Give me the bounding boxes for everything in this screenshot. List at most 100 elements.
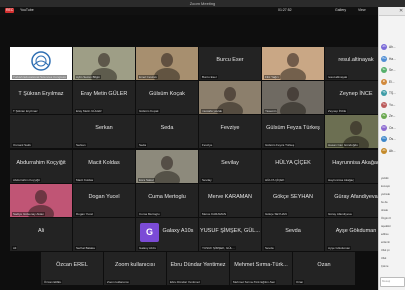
avatar: Ös [381, 136, 387, 142]
participant-tile[interactable]: Emel Cevirek [136, 47, 198, 80]
participant-list-name: Ha... [389, 56, 396, 61]
participant-list-name: Ab... [389, 148, 396, 153]
participant-list-item[interactable]: Ha Ha... [381, 55, 405, 63]
chat-message: edilme [381, 233, 389, 236]
participant-list-item[interactable]: Ze Ze... [381, 112, 405, 120]
participant-tile[interactable]: Cuma Mertoglu Cuma Mertoglu [136, 183, 198, 217]
participant-tile[interactable]: Serkan Serkan [73, 115, 135, 149]
youtube-live-indicator[interactable]: YouTube [20, 8, 34, 13]
participant-tile[interactable]: T Şükran Eryılmaz T Şükran Eryılmaz [10, 81, 72, 115]
participant-label: Ozan [295, 280, 305, 285]
participant-list-item[interactable]: Oz Oz... [381, 124, 405, 132]
participant-label: resul.altinayak [327, 75, 349, 79]
participant-tile[interactable]: Burcu Eser Burcu Eser [199, 47, 261, 80]
participant-label: Macit Koldas [75, 177, 95, 182]
participant-list-item[interactable]: Se Se... [381, 66, 405, 74]
participant-tile[interactable]: mustafa yavlak [199, 81, 261, 115]
participant-tile[interactable]: Gülsüm Feyza Türkeş Gülsüm Feyza Türkeş [262, 115, 324, 149]
participant-list-name: Oz... [389, 125, 396, 130]
participant-tile[interactable]: Turkish Educational Sciences Congress [10, 47, 72, 80]
participant-tile[interactable]: Filiz Yağcı [262, 47, 324, 80]
participant-label: HÜLYA ÇİÇEK [264, 177, 286, 182]
participant-name: Burcu Eser [216, 57, 244, 63]
participant-name: Sevda [285, 228, 301, 234]
participant-label: Aylin Sezen Bilgin [75, 75, 101, 79]
participant-label: YUSUF ŞİMŞEK, GÜL... [201, 246, 236, 250]
participant-name: Sevilay [221, 159, 239, 166]
participant-tile[interactable]: Sevilay Sevilay [199, 149, 261, 183]
participant-tile[interactable]: Sevda Sevda [262, 218, 324, 251]
participant-label: Eray Metin GÜLER [75, 109, 103, 114]
participant-name: Gülsüm Koçak [149, 91, 185, 98]
participant-list-item[interactable]: Yu Yu... [381, 101, 405, 109]
participant-tile[interactable]: Macit Koldas Macit Koldas [73, 149, 135, 183]
participant-name: Abdurrahim Koçyiğit [16, 159, 66, 166]
chat-message: Özgün K [381, 217, 392, 220]
participant-label: Serkan [75, 143, 87, 148]
panel-header: ✕ [379, 7, 405, 16]
avatar: Yu [381, 101, 387, 108]
participant-label: Zeynep İNCE [327, 109, 348, 114]
participant-list-name: Ze... [389, 114, 396, 118]
participant-label: Ebru Dündar Yentimez [169, 280, 202, 285]
participant-tile[interactable]: Gökçe SEYHAN Gökçe SEYHAN [262, 183, 324, 217]
participant-tile[interactable]: Gülsüm Koçak Gülsüm Koçak [136, 81, 198, 115]
participant-tile[interactable]: Serhat Balaka [73, 218, 135, 251]
participant-tile[interactable]: Osmanl Salık [10, 115, 72, 149]
participant-tile[interactable]: Dogan Yucel Dogan Yucel [73, 183, 135, 217]
participant-list-name: Ah... [389, 45, 396, 49]
participant-label: T Şükran Eryılmaz [12, 109, 39, 114]
chat-message: Ufuk çn [381, 249, 390, 252]
participant-tile[interactable]: Eray Metin GÜLER Eray Metin GÜLER [73, 81, 135, 115]
participant-list-name: El... [389, 79, 395, 84]
chat-message: Çok te [381, 265, 389, 268]
participant-tile[interactable]: Ebru Dündar Yentimez Ebru Dündar Yentimez [167, 252, 229, 286]
participant-tile[interactable]: Abdurrahim Koçyiğit Abdurrahim Koçyiğit [10, 149, 72, 183]
participant-list-item[interactable]: Ab Ab... [381, 147, 405, 155]
participant-label: Galaxy A10s [138, 246, 157, 250]
participant-tile[interactable]: Zoom kullanıcısı Zoom kullanıcısı [104, 252, 166, 286]
participant-tile[interactable]: Aylin Sezen Bilgin [73, 47, 135, 80]
chat-message: olmak [381, 209, 388, 212]
participant-tile[interactable]: Seda Seda [136, 115, 198, 149]
participant-name: Mehmet Sırma-Türk... [234, 262, 288, 269]
participant-tile[interactable]: Mehmet Sırma-Türk... Mehmet Sırma-Türk Eğ… [230, 252, 292, 286]
participant-name: Serkan [95, 125, 113, 132]
participant-name: Cuma Mertoglu [148, 193, 186, 200]
participant-tile[interactable]: Ozan Ozan [293, 252, 355, 286]
close-panel-icon[interactable]: ✕ [399, 8, 403, 14]
chat-input[interactable]: Mesajı [380, 277, 405, 287]
participant-tile[interactable]: Özcan EREL Özcan EREL [41, 252, 103, 286]
participant-label: Güray Afandiyeva [327, 211, 353, 216]
window-title: Zoom Meeting [189, 1, 216, 6]
participant-tile[interactable]: Yasemin [262, 81, 324, 115]
participant-tile[interactable]: Sadiye Gülsenay Aktan [10, 183, 72, 217]
participant-tile[interactable]: Esra Sakal [136, 149, 198, 183]
participant-label: Gülsüm Koçak [138, 109, 160, 114]
participant-tile[interactable]: Fevziye Fevziye [199, 115, 261, 149]
participant-list-item[interactable]: El El... [381, 78, 405, 86]
chat-message: yazmak [381, 193, 390, 196]
participant-list-item[interactable]: Ös Ös... [381, 135, 405, 143]
participant-label: Fevziye [201, 143, 214, 148]
participant-name: Ebru Dündar Yentimez [170, 262, 226, 269]
participant-tile[interactable]: Merve KARAMAN Merve KARAMAN [199, 183, 261, 217]
participant-list-name: Yu... [389, 102, 396, 107]
participant-tile[interactable]: G Galaxy A10s Galaxy A10s [136, 218, 198, 251]
participant-tile[interactable]: Ali Ali [10, 218, 72, 251]
participant-label: Yasemin [264, 109, 278, 114]
recording-badge: REC [5, 8, 15, 13]
participant-label: mustafa yavlak [201, 109, 224, 114]
participant-list-item[interactable]: TŞ TŞ... [381, 89, 405, 97]
participant-tile[interactable]: YUSUF ŞİMŞEK, GÜL... YUSUF ŞİMŞEK, GÜL... [199, 218, 261, 251]
participant-list-item[interactable]: Ah Ah... [381, 43, 405, 51]
view-menu-button[interactable]: View [358, 8, 366, 13]
participant-label: Filiz Yağcı [264, 75, 280, 79]
participant-tile[interactable]: HÜLYA ÇİÇEK HÜLYA ÇİÇEK [262, 149, 324, 183]
meeting-toolbar: REC YouTube 01:27:52 Gallery View [0, 7, 378, 15]
participant-label: Ali [12, 246, 18, 250]
participant-name: Zoom kullanıcısı [114, 262, 156, 269]
participant-name: Ozan [317, 262, 331, 269]
gallery-view-button[interactable]: Gallery [335, 8, 346, 13]
participants-chat-panel: ✕ Ah Ah... Ha Ha... Se Se... El El... TŞ TŞ... Yu Y… [378, 7, 405, 290]
